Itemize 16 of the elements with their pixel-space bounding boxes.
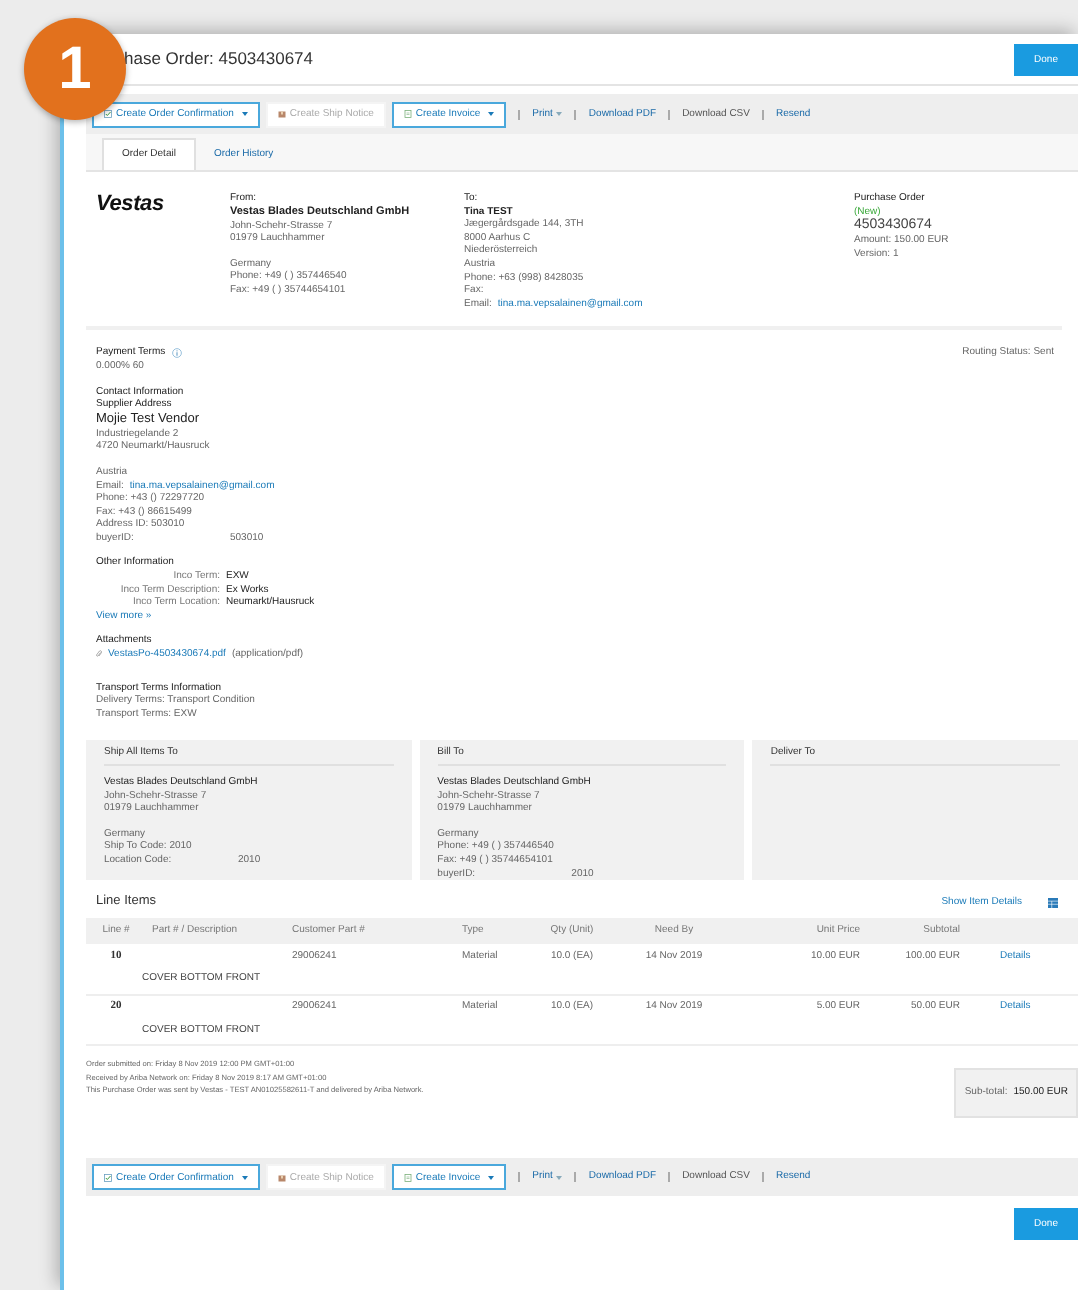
caret-icon	[241, 1175, 248, 1180]
paperclip-icon	[96, 650, 102, 659]
caret-icon	[556, 112, 563, 116]
caret-icon	[488, 112, 495, 116]
checkbox-icon	[104, 110, 112, 118]
page-title: hase Order: 4503430674	[124, 52, 314, 66]
caret-icon	[241, 112, 248, 116]
checkbox-icon	[104, 1173, 112, 1182]
caret-icon	[556, 1175, 563, 1180]
document-icon	[403, 110, 412, 118]
document-icon	[403, 1173, 412, 1182]
table-icon[interactable]	[1048, 898, 1058, 909]
box-icon	[277, 110, 286, 118]
company-logo: Vestas	[96, 192, 166, 220]
box-icon	[277, 1173, 286, 1182]
caret-icon	[488, 1175, 495, 1180]
